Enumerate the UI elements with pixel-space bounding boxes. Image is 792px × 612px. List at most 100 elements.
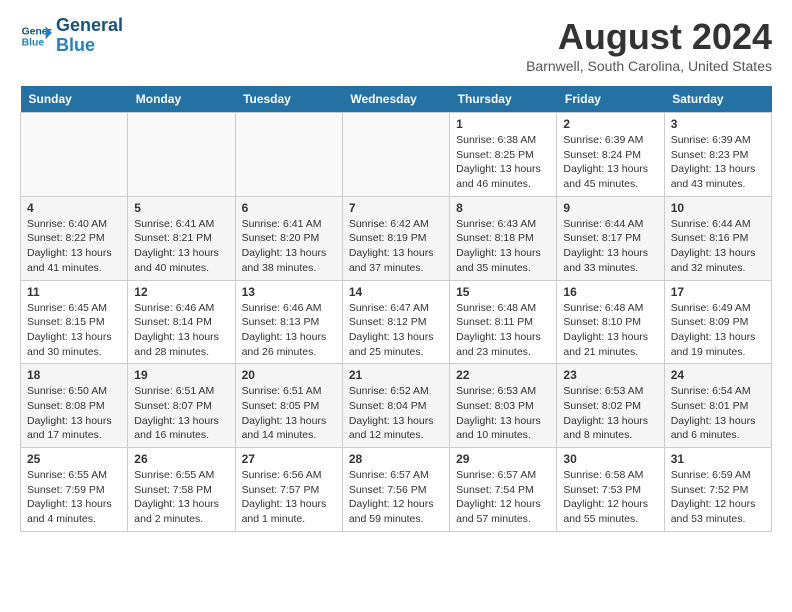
day-number: 21 (349, 368, 443, 382)
day-number: 1 (456, 117, 550, 131)
day-info: Sunrise: 6:59 AMSunset: 7:52 PMDaylight:… (671, 468, 765, 527)
day-number: 2 (563, 117, 657, 131)
day-info: Sunrise: 6:41 AMSunset: 8:21 PMDaylight:… (134, 217, 228, 276)
day-number: 10 (671, 201, 765, 215)
day-number: 18 (27, 368, 121, 382)
day-number: 24 (671, 368, 765, 382)
day-number: 7 (349, 201, 443, 215)
day-cell: 9 Sunrise: 6:44 AMSunset: 8:17 PMDaylight… (557, 196, 664, 280)
day-cell: 20Sunrise: 6:51 AMSunset: 8:05 PMDayligh… (235, 364, 342, 448)
day-number: 31 (671, 452, 765, 466)
day-info: Sunrise: 6:46 AMSunset: 8:13 PMDaylight:… (242, 301, 336, 360)
week-row-5: 25 Sunrise: 6:55 AMSunset: 7:59 PMDayligh… (21, 448, 772, 532)
logo-text-line2: Blue (56, 36, 123, 56)
day-number: 23 (563, 368, 657, 382)
day-cell: 23Sunrise: 6:53 AMSunset: 8:02 PMDayligh… (557, 364, 664, 448)
day-cell: 3Sunrise: 6:39 AMSunset: 8:23 PMDaylight… (664, 113, 771, 197)
day-cell: 10 Sunrise: 6:44 AMSunset: 8:16 PMDayligh… (664, 196, 771, 280)
day-number: 19 (134, 368, 228, 382)
day-info: Sunrise: 6:51 AMSunset: 8:07 PMDaylight:… (134, 384, 228, 443)
day-cell: 7 Sunrise: 6:42 AMSunset: 8:19 PMDaylight… (342, 196, 449, 280)
logo: General Blue General Blue (20, 16, 123, 56)
day-cell: 28Sunrise: 6:57 AMSunset: 7:56 PMDayligh… (342, 448, 449, 532)
day-cell: 8 Sunrise: 6:43 AMSunset: 8:18 PMDaylight… (450, 196, 557, 280)
col-header-saturday: Saturday (664, 86, 771, 113)
col-header-friday: Friday (557, 86, 664, 113)
day-cell: 13 Sunrise: 6:46 AMSunset: 8:13 PMDayligh… (235, 280, 342, 364)
day-number: 25 (27, 452, 121, 466)
subtitle: Barnwell, South Carolina, United States (526, 58, 772, 74)
day-number: 17 (671, 285, 765, 299)
day-cell: 11Sunrise: 6:45 AMSunset: 8:15 PMDayligh… (21, 280, 128, 364)
day-number: 16 (563, 285, 657, 299)
day-cell: 17 Sunrise: 6:49 AMSunset: 8:09 PMDayligh… (664, 280, 771, 364)
day-number: 6 (242, 201, 336, 215)
col-header-thursday: Thursday (450, 86, 557, 113)
day-info: Sunrise: 6:40 AMSunset: 8:22 PMDaylight:… (27, 217, 121, 276)
day-info: Sunrise: 6:55 AMSunset: 7:59 PMDaylight:… (27, 468, 121, 527)
day-cell (235, 113, 342, 197)
day-info: Sunrise: 6:58 AMSunset: 7:53 PMDaylight:… (563, 468, 657, 527)
day-cell: 19 Sunrise: 6:51 AMSunset: 8:07 PMDayligh… (128, 364, 235, 448)
day-cell: 27Sunrise: 6:56 AMSunset: 7:57 PMDayligh… (235, 448, 342, 532)
day-number: 4 (27, 201, 121, 215)
day-info: Sunrise: 6:38 AMSunset: 8:25 PMDaylight:… (456, 133, 550, 192)
day-info: Sunrise: 6:48 AMSunset: 8:11 PMDaylight:… (456, 301, 550, 360)
day-cell: 21 Sunrise: 6:52 AMSunset: 8:04 PMDayligh… (342, 364, 449, 448)
day-cell: 30Sunrise: 6:58 AMSunset: 7:53 PMDayligh… (557, 448, 664, 532)
week-row-4: 18Sunrise: 6:50 AMSunset: 8:08 PMDayligh… (21, 364, 772, 448)
day-number: 15 (456, 285, 550, 299)
day-cell: 25 Sunrise: 6:55 AMSunset: 7:59 PMDayligh… (21, 448, 128, 532)
col-header-monday: Monday (128, 86, 235, 113)
day-info: Sunrise: 6:47 AMSunset: 8:12 PMDaylight:… (349, 301, 443, 360)
day-cell: 26 Sunrise: 6:55 AMSunset: 7:58 PMDayligh… (128, 448, 235, 532)
day-number: 12 (134, 285, 228, 299)
day-info: Sunrise: 6:55 AMSunset: 7:58 PMDaylight:… (134, 468, 228, 527)
logo-text-line1: General (56, 16, 123, 36)
day-cell: 5 Sunrise: 6:41 AMSunset: 8:21 PMDaylight… (128, 196, 235, 280)
day-number: 5 (134, 201, 228, 215)
day-info: Sunrise: 6:48 AMSunset: 8:10 PMDaylight:… (563, 301, 657, 360)
day-number: 9 (563, 201, 657, 215)
day-info: Sunrise: 6:49 AMSunset: 8:09 PMDaylight:… (671, 301, 765, 360)
logo-icon: General Blue (20, 20, 52, 52)
day-number: 8 (456, 201, 550, 215)
day-info: Sunrise: 6:39 AMSunset: 8:24 PMDaylight:… (563, 133, 657, 192)
col-header-sunday: Sunday (21, 86, 128, 113)
day-cell: 22 Sunrise: 6:53 AMSunset: 8:03 PMDayligh… (450, 364, 557, 448)
day-info: Sunrise: 6:52 AMSunset: 8:04 PMDaylight:… (349, 384, 443, 443)
header: General Blue General Blue August 2024 Ba… (20, 16, 772, 74)
week-row-2: 4 Sunrise: 6:40 AMSunset: 8:22 PMDaylight… (21, 196, 772, 280)
day-info: Sunrise: 6:57 AMSunset: 7:54 PMDaylight:… (456, 468, 550, 527)
day-cell: 29Sunrise: 6:57 AMSunset: 7:54 PMDayligh… (450, 448, 557, 532)
calendar-table: SundayMondayTuesdayWednesdayThursdayFrid… (20, 86, 772, 532)
day-info: Sunrise: 6:56 AMSunset: 7:57 PMDaylight:… (242, 468, 336, 527)
day-number: 13 (242, 285, 336, 299)
title-area: August 2024 Barnwell, South Carolina, Un… (526, 16, 772, 74)
col-header-wednesday: Wednesday (342, 86, 449, 113)
day-info: Sunrise: 6:46 AMSunset: 8:14 PMDaylight:… (134, 301, 228, 360)
day-number: 11 (27, 285, 121, 299)
month-title: August 2024 (526, 16, 772, 58)
day-info: Sunrise: 6:44 AMSunset: 8:16 PMDaylight:… (671, 217, 765, 276)
day-cell: 1 Sunrise: 6:38 AMSunset: 8:25 PMDaylight… (450, 113, 557, 197)
day-cell: 15 Sunrise: 6:48 AMSunset: 8:11 PMDayligh… (450, 280, 557, 364)
day-info: Sunrise: 6:39 AMSunset: 8:23 PMDaylight:… (671, 133, 765, 192)
day-info: Sunrise: 6:43 AMSunset: 8:18 PMDaylight:… (456, 217, 550, 276)
week-row-3: 11Sunrise: 6:45 AMSunset: 8:15 PMDayligh… (21, 280, 772, 364)
day-cell: 14Sunrise: 6:47 AMSunset: 8:12 PMDayligh… (342, 280, 449, 364)
day-info: Sunrise: 6:41 AMSunset: 8:20 PMDaylight:… (242, 217, 336, 276)
day-cell: 4 Sunrise: 6:40 AMSunset: 8:22 PMDaylight… (21, 196, 128, 280)
day-number: 26 (134, 452, 228, 466)
day-cell (21, 113, 128, 197)
day-info: Sunrise: 6:42 AMSunset: 8:19 PMDaylight:… (349, 217, 443, 276)
day-info: Sunrise: 6:44 AMSunset: 8:17 PMDaylight:… (563, 217, 657, 276)
day-number: 20 (242, 368, 336, 382)
day-info: Sunrise: 6:53 AMSunset: 8:03 PMDaylight:… (456, 384, 550, 443)
col-header-tuesday: Tuesday (235, 86, 342, 113)
day-info: Sunrise: 6:54 AMSunset: 8:01 PMDaylight:… (671, 384, 765, 443)
day-cell: 16 Sunrise: 6:48 AMSunset: 8:10 PMDayligh… (557, 280, 664, 364)
day-cell: 12 Sunrise: 6:46 AMSunset: 8:14 PMDayligh… (128, 280, 235, 364)
day-number: 22 (456, 368, 550, 382)
header-row: SundayMondayTuesdayWednesdayThursdayFrid… (21, 86, 772, 113)
